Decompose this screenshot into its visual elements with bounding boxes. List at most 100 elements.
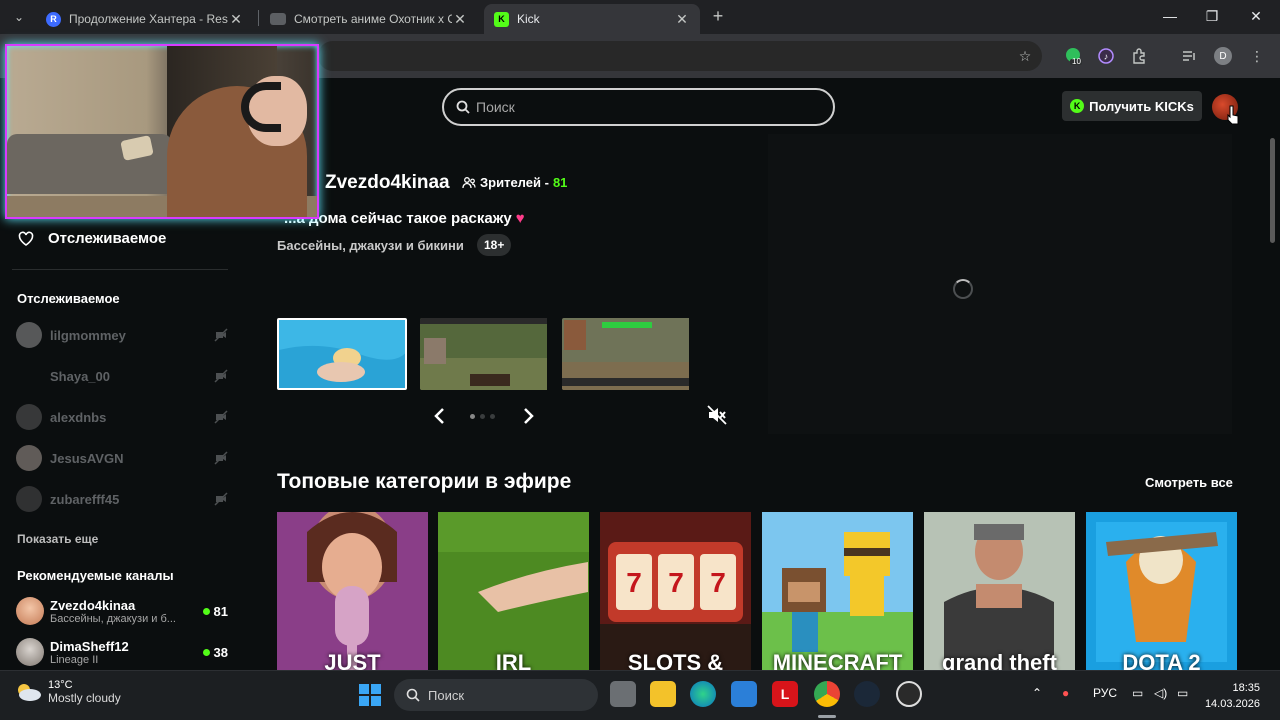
close-window-button[interactable]: ✕: [1234, 0, 1278, 32]
carousel-thumbnail-1[interactable]: [277, 318, 407, 390]
show-more-link[interactable]: Показать еще: [17, 532, 98, 546]
steam-icon[interactable]: [854, 681, 880, 707]
battery-icon[interactable]: ▭: [1177, 686, 1188, 700]
channel-category: Lineage II: [50, 653, 99, 666]
sidebar-following-link[interactable]: Отслеживаемое: [18, 230, 166, 247]
extensions-puzzle-icon[interactable]: [1128, 45, 1150, 67]
sidebar-divider: [12, 269, 228, 270]
mouse-cursor-icon: [1227, 105, 1239, 125]
bookmark-star-icon[interactable]: ☆: [1014, 45, 1036, 67]
featured-player[interactable]: [768, 134, 1232, 434]
get-kicks-button[interactable]: K Получить KICKs: [1062, 91, 1202, 121]
featured-category[interactable]: Бассейны, джакузи и бикини: [277, 238, 464, 253]
microphone-icon[interactable]: ●: [1062, 686, 1069, 700]
carousel-dot[interactable]: [480, 414, 485, 419]
task-view-icon[interactable]: [610, 681, 636, 707]
offline-camera-icon: [214, 492, 228, 506]
sidebar-following-item[interactable]: alexdnbs: [16, 403, 228, 431]
system-clock[interactable]: 18:35 14.03.2026: [1204, 680, 1260, 712]
file-explorer-icon[interactable]: [650, 681, 676, 707]
kick-favicon-icon: K: [494, 11, 509, 27]
profile-avatar[interactable]: D: [1212, 45, 1234, 67]
weather-widget[interactable]: 13°C Mostly cloudy: [14, 679, 121, 705]
category-card-gta[interactable]: grand theft: [924, 512, 1075, 670]
avatar: [16, 597, 44, 625]
new-tab-button[interactable]: +: [708, 6, 728, 26]
clock-date: 14.03.2026: [1204, 698, 1260, 710]
browser-menu-icon[interactable]: ⋮: [1246, 45, 1268, 67]
weather-temperature: 13°C: [48, 679, 73, 691]
sidebar-recommended-item[interactable]: Zvezdo4kinaa Бассейны, джакузи и б... 81: [16, 594, 228, 628]
restream-favicon-icon: R: [46, 11, 61, 27]
get-kicks-label: Получить KICKs: [1089, 98, 1194, 114]
browser-tab-1[interactable]: R Продолжение Хантера - Restr ✕: [36, 4, 254, 34]
volume-icon[interactable]: ◁): [1154, 686, 1167, 700]
channel-name: alexdnbs: [50, 409, 107, 425]
tab-search-button[interactable]: ⌄: [8, 6, 30, 28]
browser-tab-2[interactable]: Смотреть аниме Охотник х Ох ✕: [260, 4, 478, 34]
tray-overflow-icon[interactable]: ⌃: [1032, 686, 1042, 700]
network-icon[interactable]: ▭: [1132, 686, 1143, 700]
music-extension-icon[interactable]: ♪: [1095, 45, 1117, 67]
carousel-next-icon[interactable]: [520, 406, 536, 426]
offline-camera-icon: [214, 369, 228, 383]
search-input[interactable]: Поиск: [442, 88, 835, 126]
avatar: [16, 363, 42, 389]
sidebar-following-item[interactable]: JesusAVGN: [16, 444, 228, 472]
input-language[interactable]: РУС: [1093, 686, 1117, 700]
muted-speaker-icon[interactable]: [706, 404, 728, 426]
sidebar-following-item[interactable]: Shaya_00: [16, 362, 228, 390]
carousel-dot[interactable]: [490, 414, 495, 419]
tab-close-icon[interactable]: ✕: [452, 11, 468, 27]
taskbar-search-input[interactable]: Поиск: [394, 679, 598, 711]
channel-name: Shaya_00: [50, 368, 110, 384]
address-bar[interactable]: [318, 41, 1042, 71]
sidebar-recommended-item[interactable]: DimaSheff12 Lineage II 38: [16, 635, 228, 669]
sidebar-following-label: Отслеживаемое: [48, 230, 167, 247]
channel-name: zubarefff45: [50, 491, 120, 507]
browser-tab-3[interactable]: K Kick ✕: [484, 4, 700, 34]
carousel-thumbnail-3[interactable]: [562, 318, 692, 390]
tab-title: Kick: [517, 12, 540, 26]
anime-site-favicon-icon: [270, 13, 286, 25]
offline-camera-icon: [214, 410, 228, 424]
category-card-dota2[interactable]: DOTA 2: [1086, 512, 1237, 670]
avatar: [16, 445, 42, 471]
minimize-button[interactable]: —: [1148, 0, 1192, 32]
heart-icon: [18, 231, 34, 246]
edge-browser-icon[interactable]: [690, 681, 716, 707]
sidebar-following-item[interactable]: zubarefff45: [16, 485, 228, 513]
offline-camera-icon: [214, 451, 228, 465]
tab-close-icon[interactable]: ✕: [228, 11, 244, 27]
live-viewer-count: 81: [203, 604, 228, 619]
carousel-prev-icon[interactable]: [432, 406, 448, 426]
category-card-irl[interactable]: IRL: [438, 512, 589, 670]
category-card-minecraft[interactable]: MINECRAFT: [762, 512, 913, 670]
category-card-just-chatting[interactable]: JUST: [277, 512, 428, 670]
chrome-browser-icon[interactable]: [814, 681, 840, 707]
windows-start-icon[interactable]: [358, 683, 382, 707]
microsoft-store-icon[interactable]: [731, 681, 757, 707]
sidebar-recommended-heading: Рекомендуемые каналы: [17, 568, 174, 583]
carousel-thumbnail-2[interactable]: [420, 318, 550, 390]
extension-chat-icon[interactable]: 10: [1062, 45, 1084, 67]
page-scrollbar[interactable]: [1270, 138, 1275, 243]
lightshot-icon[interactable]: L: [772, 681, 798, 707]
featured-viewers: Зрителей - 81: [462, 175, 567, 190]
restore-button[interactable]: ❐: [1190, 0, 1234, 32]
obs-studio-icon[interactable]: [896, 681, 922, 707]
featured-streamer-name[interactable]: Zvezdo4kinaa: [325, 172, 450, 194]
offline-camera-icon: [214, 328, 228, 342]
avatar: [16, 322, 42, 348]
tab-title: Смотреть аниме Охотник х Ох: [294, 12, 452, 26]
category-card-slots[interactable]: 777 SLOTS &: [600, 512, 751, 670]
sidebar-following-item[interactable]: lilgmommey: [16, 321, 228, 349]
viewers-count: 81: [552, 175, 568, 190]
webcam-overlay: [5, 44, 319, 219]
loading-spinner-icon: [953, 279, 973, 299]
age-badge: 18+: [477, 234, 512, 256]
carousel-dot[interactable]: [470, 414, 475, 419]
see-all-link[interactable]: Смотреть все: [1145, 475, 1233, 490]
tab-close-icon[interactable]: ✕: [674, 11, 690, 27]
media-controls-icon[interactable]: [1178, 45, 1200, 67]
